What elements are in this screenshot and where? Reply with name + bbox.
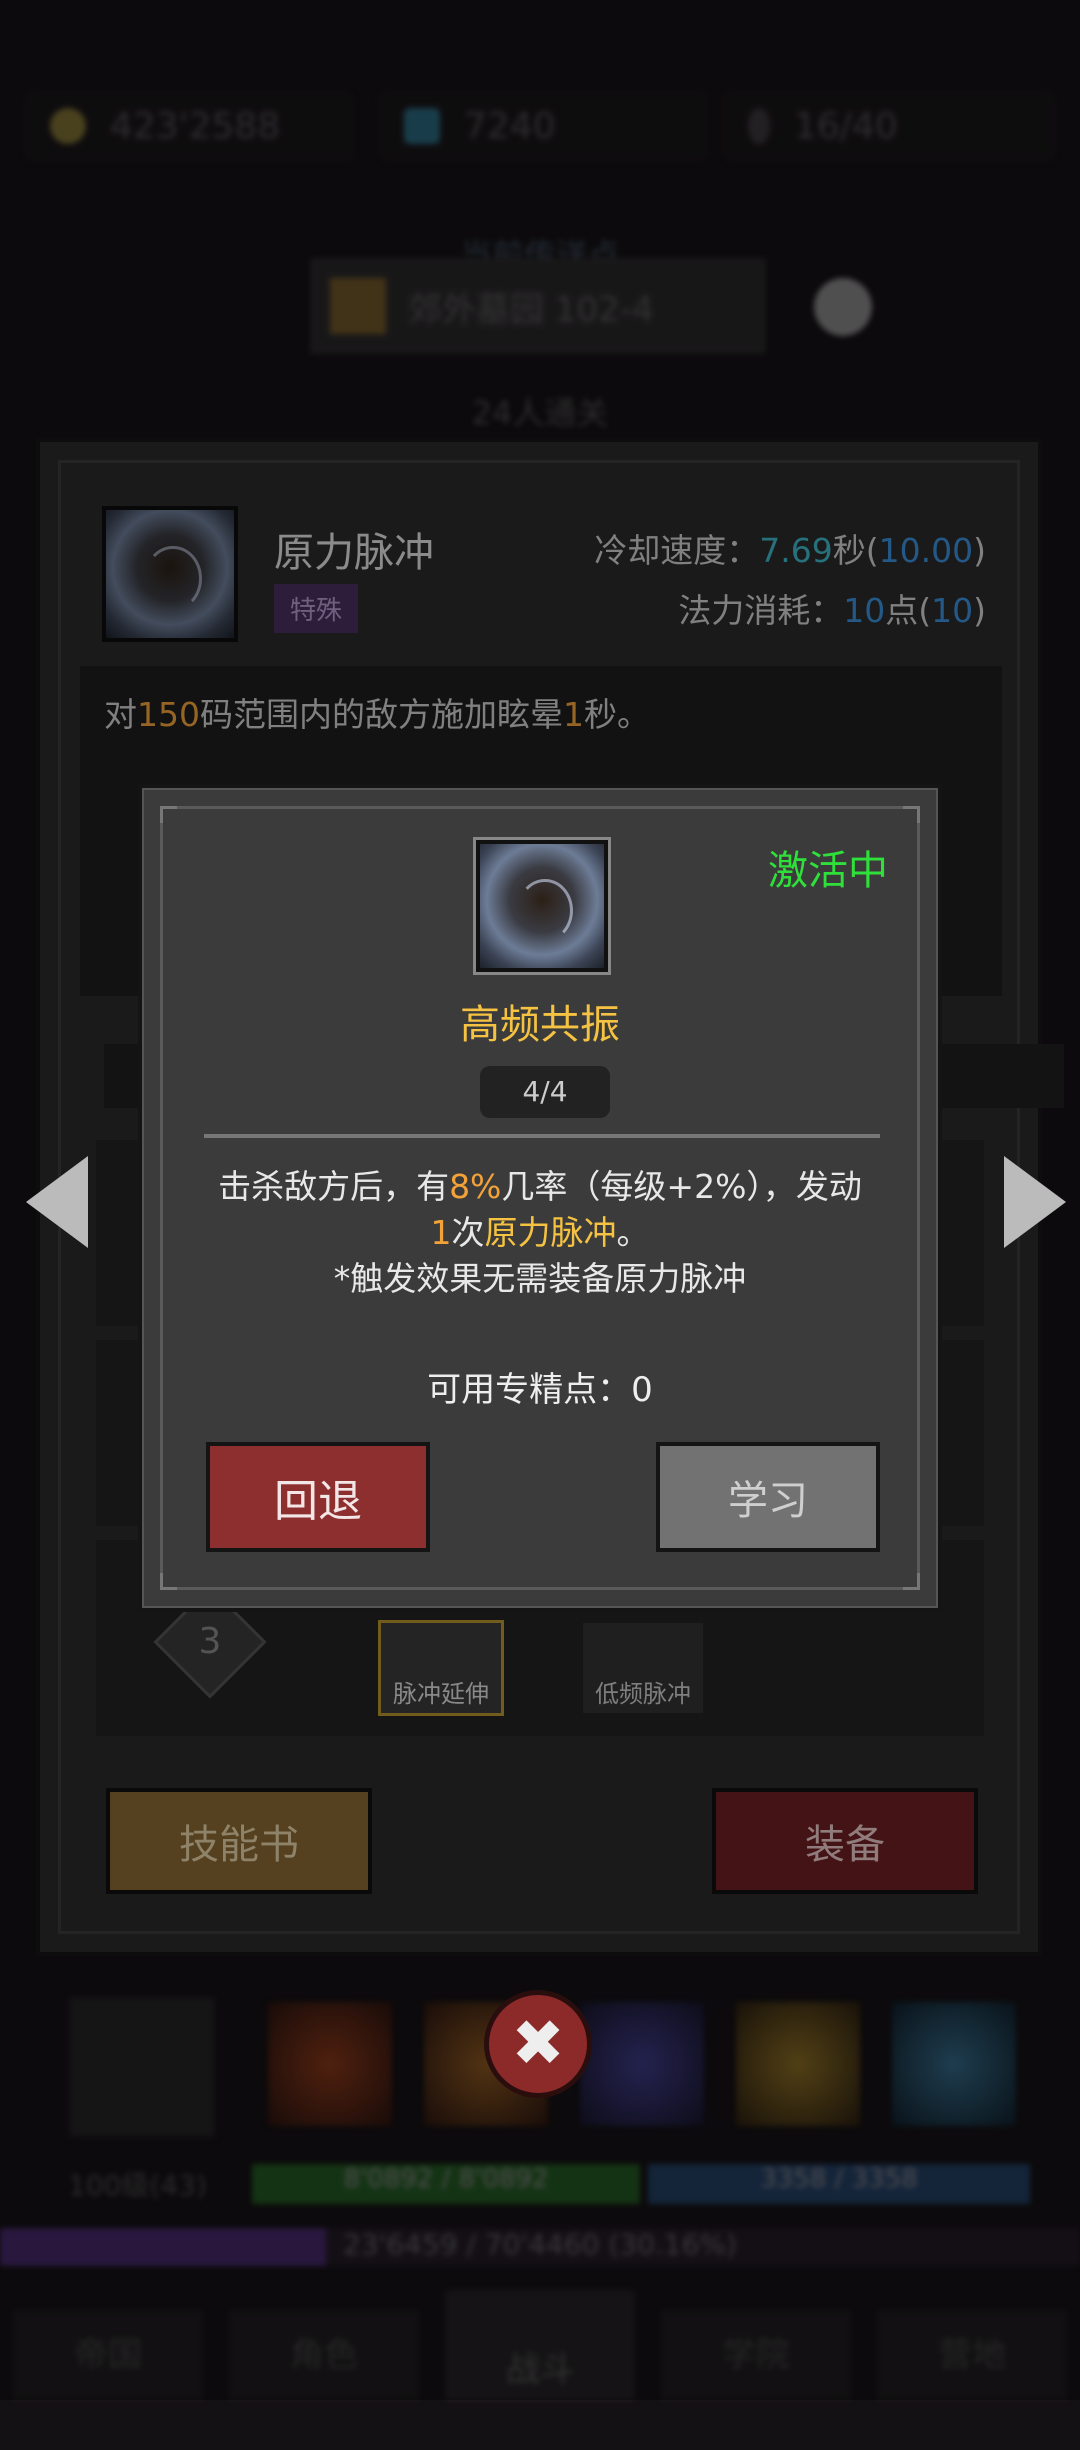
available-points: 可用专精点：0 bbox=[427, 1370, 653, 1410]
desc-chance: 8% bbox=[449, 1167, 502, 1206]
corner-ornament bbox=[160, 806, 177, 823]
corner-ornament bbox=[903, 806, 920, 823]
talent-popup: 激活中 高频共振 4/4 击杀敌方后，有8%几率（每级+2%），发动 1次原力脉… bbox=[138, 784, 942, 1612]
desc-skill-name: 原力脉冲 bbox=[484, 1213, 617, 1252]
active-status: 激活中 bbox=[768, 848, 888, 894]
back-button[interactable]: 回退 bbox=[206, 1442, 430, 1552]
desc-text: 。 bbox=[616, 1213, 650, 1252]
talent-icon bbox=[473, 837, 611, 975]
learn-button[interactable]: 学习 bbox=[656, 1442, 880, 1552]
close-button[interactable]: ✖ bbox=[484, 1990, 592, 2098]
desc-text: 击杀敌方后，有 bbox=[218, 1167, 450, 1206]
desc-text: 次 bbox=[451, 1213, 485, 1252]
talent-description: 击杀敌方后，有8%几率（每级+2%），发动 1次原力脉冲。 *触发效果无需装备原… bbox=[142, 1164, 938, 1302]
desc-line-2: 1次原力脉冲。 bbox=[142, 1210, 938, 1256]
divider bbox=[204, 1134, 880, 1138]
corner-ornament bbox=[160, 1573, 177, 1590]
close-icon: ✖ bbox=[511, 2007, 565, 2081]
desc-text: 几率（每级+2%），发动 bbox=[501, 1167, 862, 1206]
corner-ornament bbox=[903, 1573, 920, 1590]
talent-title: 高频共振 bbox=[460, 1002, 620, 1048]
prev-arrow-icon[interactable] bbox=[26, 1156, 88, 1248]
desc-line-3: *触发效果无需装备原力脉冲 bbox=[333, 1259, 747, 1298]
next-arrow-icon[interactable] bbox=[1004, 1156, 1066, 1248]
desc-count: 1 bbox=[430, 1213, 452, 1252]
talent-level: 4/4 bbox=[480, 1066, 610, 1118]
desc-line-1: 击杀敌方后，有8%几率（每级+2%），发动 bbox=[142, 1164, 938, 1210]
